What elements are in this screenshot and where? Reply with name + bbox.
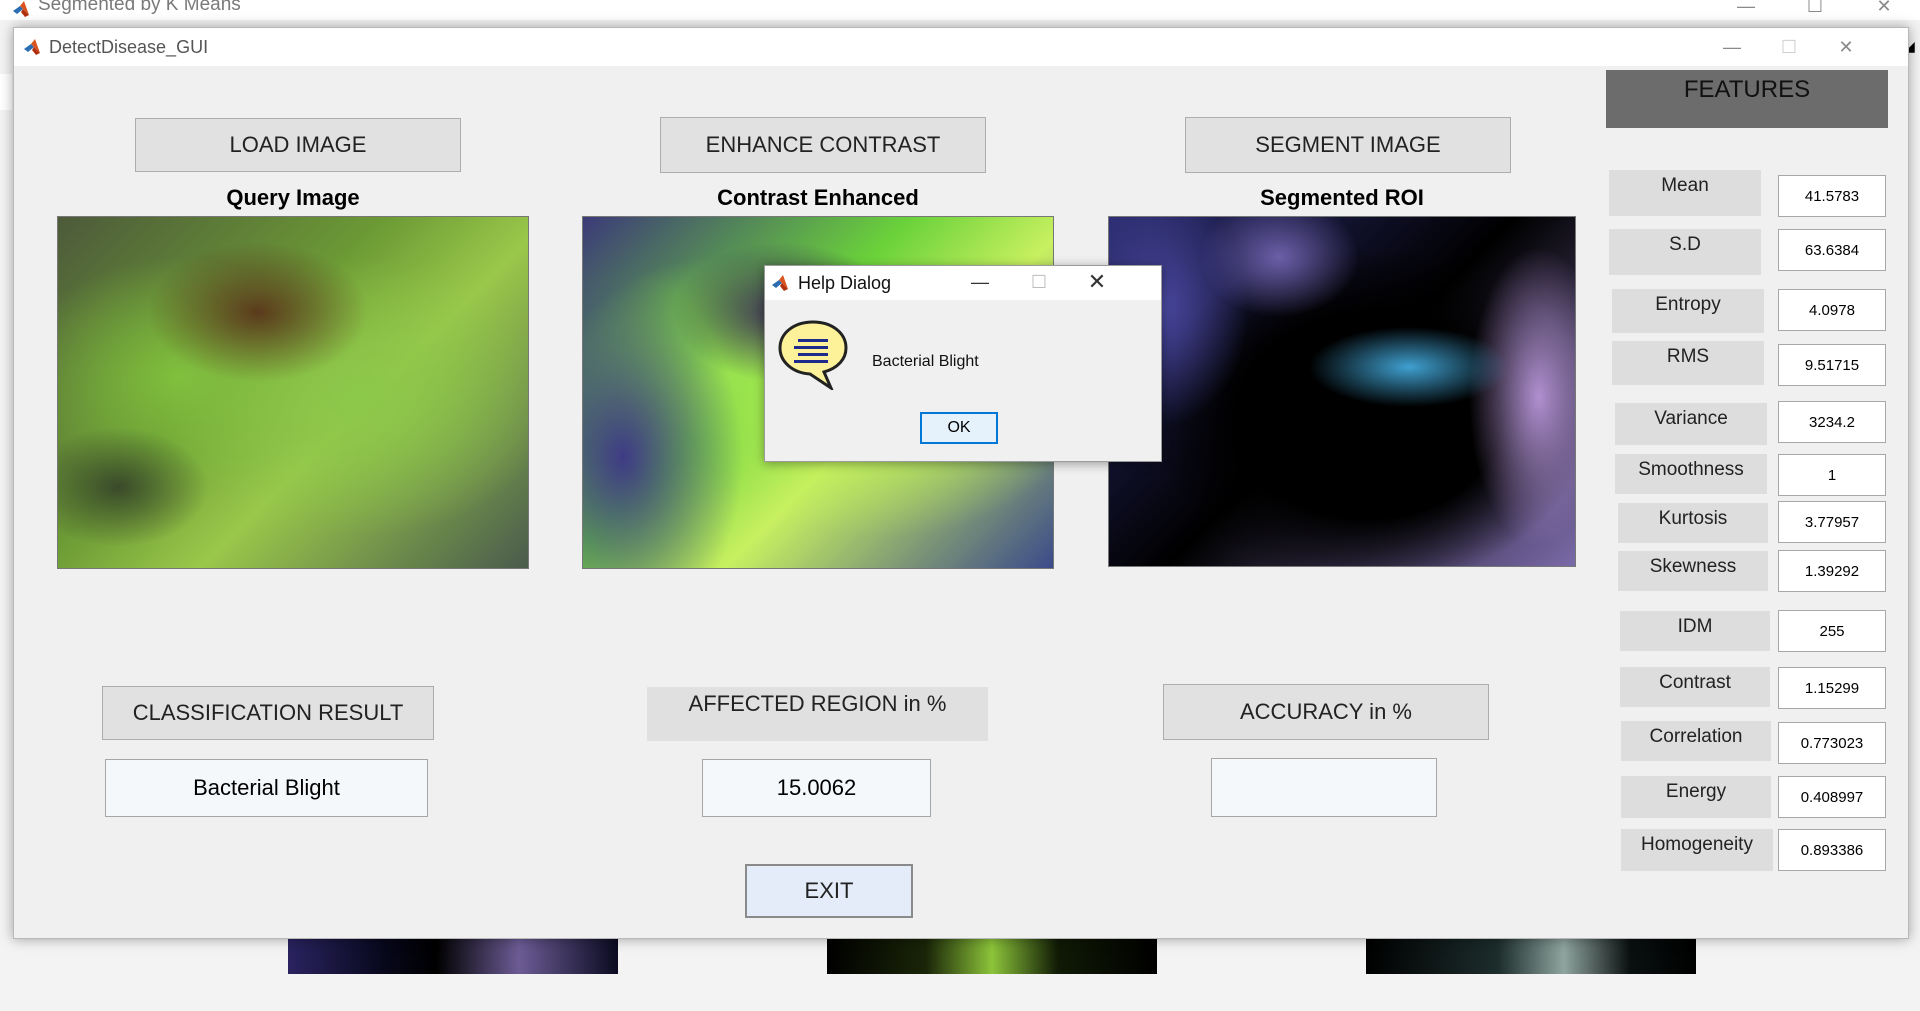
matlab-logo-icon [772,275,788,291]
background-thumbnail-3 [1366,936,1696,974]
feature-value-homogeneity[interactable]: 0.893386 [1778,829,1886,871]
feature-label-smoothness: Smoothness [1615,454,1767,494]
background-thumbnail-2 [827,936,1157,974]
affected-region-field[interactable]: 15.0062 [702,759,931,817]
feature-value-entropy[interactable]: 4.0978 [1778,289,1886,331]
maximize-icon[interactable]: ☐ [1803,0,1827,16]
enhance-contrast-button[interactable]: ENHANCE CONTRAST [660,117,986,173]
feature-label-mean: Mean [1609,170,1761,216]
feature-value-smoothness[interactable]: 1 [1778,454,1886,496]
feature-value-contrast[interactable]: 1.15299 [1778,667,1886,709]
feature-label-skewness: Skewness [1618,551,1768,591]
segment-image-button[interactable]: SEGMENT IMAGE [1185,117,1511,173]
minimize-icon[interactable]: — [1720,37,1744,57]
feature-label-entropy: Entropy [1612,289,1764,333]
minimize-icon[interactable]: — [1734,0,1758,16]
feature-value-energy[interactable]: 0.408997 [1778,776,1886,818]
contrast-enhanced-caption: Contrast Enhanced [717,185,919,210]
background-thumbnail-1 [288,936,618,974]
feature-label-energy: Energy [1621,776,1771,818]
feature-label-variance: Variance [1615,403,1767,445]
feature-label-contrast: Contrast [1620,667,1770,707]
maximize-icon: ☐ [1030,272,1048,292]
accuracy-field[interactable] [1211,758,1437,817]
feature-value-sd[interactable]: 63.6384 [1778,229,1886,271]
affected-region-label: AFFECTED REGION in % [647,687,988,741]
main-window-title: DetectDisease_GUI [49,37,209,57]
query-image-caption: Query Image [226,185,360,210]
close-icon[interactable]: ✕ [1872,0,1896,16]
classification-result-field[interactable]: Bacterial Blight [105,759,428,817]
load-image-button[interactable]: LOAD IMAGE [135,118,461,172]
matlab-logo-icon [24,39,40,55]
feature-label-idm: IDM [1620,611,1770,651]
feature-label-rms: RMS [1612,341,1764,385]
query-image [57,216,529,569]
help-dialog-titlebar: Help Dialog — ☐ ✕ [765,266,1161,300]
background-window-title: Segmented by K Means [38,0,241,15]
feature-value-rms[interactable]: 9.51715 [1778,344,1886,386]
maximize-icon: ☐ [1780,37,1798,57]
close-icon[interactable]: ✕ [1085,271,1109,293]
ok-button[interactable]: OK [920,412,998,444]
feature-value-skewness[interactable]: 1.39292 [1778,550,1886,592]
background-window-toolbar-edge [0,74,12,110]
segmented-roi-caption: Segmented ROI [1260,185,1424,210]
accuracy-button[interactable]: ACCURACY in % [1163,684,1489,740]
feature-value-correlation[interactable]: 0.773023 [1778,722,1886,764]
feature-value-kurtosis[interactable]: 3.77957 [1778,501,1886,543]
help-dialog: Help Dialog — ☐ ✕ Bacterial Blight OK [764,265,1162,462]
help-dialog-title: Help Dialog [798,273,892,293]
background-window-titlebar: Segmented by K Means — ☐ ✕ [0,0,1920,20]
feature-label-kurtosis: Kurtosis [1618,503,1768,543]
exit-button[interactable]: EXIT [745,864,913,918]
feature-label-correlation: Correlation [1621,721,1771,761]
segmented-roi-image [1108,216,1576,567]
features-header: FEATURES [1606,70,1888,128]
help-speech-bubble-icon [778,320,848,390]
feature-label-sd: S.D [1609,229,1761,275]
classification-result-button[interactable]: CLASSIFICATION RESULT [102,686,434,740]
feature-value-variance[interactable]: 3234.2 [1778,401,1886,443]
minimize-icon[interactable]: — [968,272,992,292]
help-dialog-message: Bacterial Blight [872,353,979,370]
main-window-titlebar: DetectDisease_GUI — ☐ ✕ [14,28,1908,66]
feature-value-idm[interactable]: 255 [1778,610,1886,652]
matlab-logo-icon [13,1,29,17]
feature-value-mean[interactable]: 41.5783 [1778,175,1886,217]
feature-label-homogeneity: Homogeneity [1621,829,1773,871]
close-icon[interactable]: ✕ [1834,37,1858,57]
